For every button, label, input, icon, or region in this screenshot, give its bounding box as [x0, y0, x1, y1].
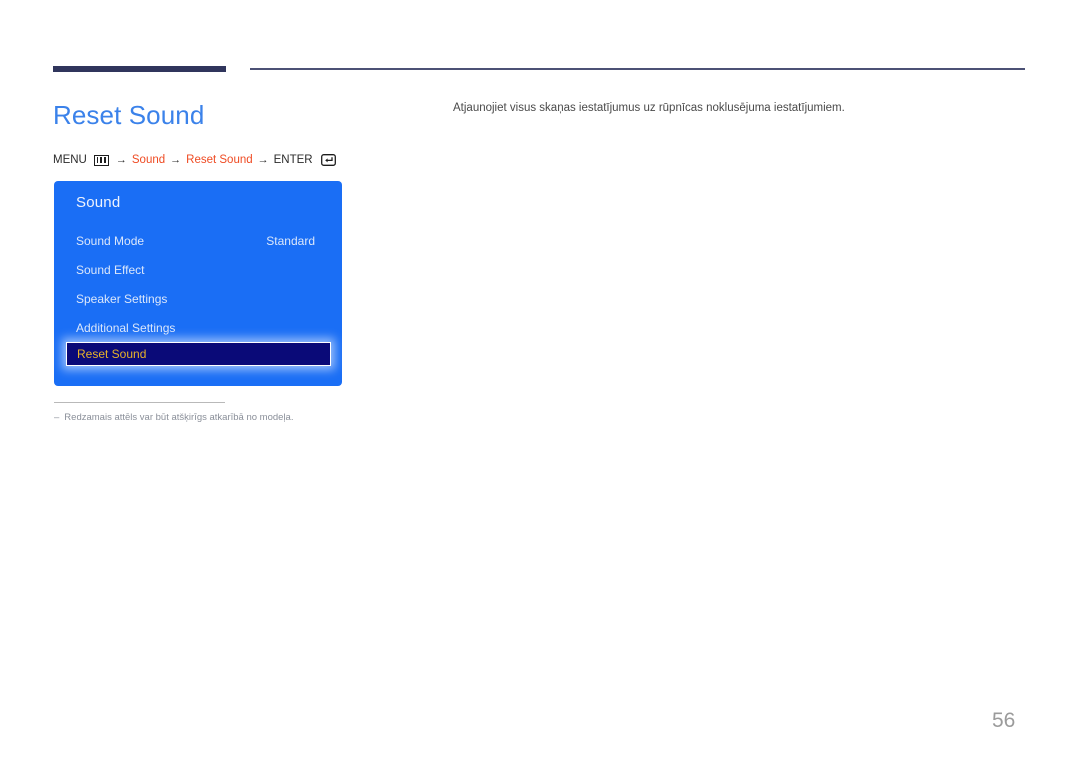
header-accent-bar	[53, 66, 226, 72]
menu-path-breadcrumb: MENU → Sound → Reset Sound → ENTER	[53, 152, 336, 168]
menu-grid-icon	[93, 154, 109, 166]
header-divider-line	[250, 68, 1025, 70]
osd-menu-item-additional-settings[interactable]: Additional Settings	[54, 313, 342, 342]
footnote-dash: ‒	[54, 412, 60, 423]
osd-item-label: Sound Mode	[76, 233, 145, 248]
description-text: Atjaunojiet visus skaņas iestatījumus uz…	[453, 102, 845, 114]
menu-path-arrow-2: →	[170, 154, 182, 166]
footnote: ‒ Redzamais attēls var būt atšķirīgs atk…	[54, 411, 293, 425]
osd-item-label: Additional Settings	[76, 320, 176, 335]
osd-menu-list: Sound Mode Standard Sound Effect Speaker…	[54, 226, 342, 371]
footnote-divider	[54, 402, 225, 403]
header-rules	[0, 0, 1080, 80]
osd-item-value: Standard	[266, 233, 315, 248]
enter-return-icon	[320, 154, 336, 166]
menu-path-arrow-3: →	[257, 154, 269, 166]
menu-path-arrow-1: →	[115, 154, 127, 166]
osd-menu-item-speaker-settings[interactable]: Speaker Settings	[54, 284, 342, 313]
page-title: Reset Sound	[53, 100, 205, 130]
osd-item-label: Sound Effect	[76, 262, 145, 277]
footnote-text: Redzamais attēls var būt atšķirīgs atkar…	[64, 412, 294, 423]
osd-menu-item-reset-sound[interactable]: Reset Sound	[54, 342, 342, 371]
page-number: 56	[992, 709, 1016, 732]
osd-item-label: Speaker Settings	[76, 291, 168, 306]
osd-menu-item-sound-mode[interactable]: Sound Mode Standard	[54, 226, 342, 255]
osd-menu-panel: Sound Sound Mode Standard Sound Effect S…	[54, 181, 342, 386]
menu-path-segment-reset-sound[interactable]: Reset Sound	[186, 152, 253, 168]
menu-path-menu-label: MENU	[53, 154, 87, 166]
menu-path-segment-sound[interactable]: Sound	[132, 152, 165, 168]
osd-panel-title: Sound	[76, 194, 121, 211]
osd-menu-item-sound-effect[interactable]: Sound Effect	[54, 255, 342, 284]
osd-item-label: Reset Sound	[77, 347, 147, 361]
osd-selection-highlight: Reset Sound	[66, 342, 331, 366]
menu-path-enter-label: ENTER	[273, 154, 313, 166]
